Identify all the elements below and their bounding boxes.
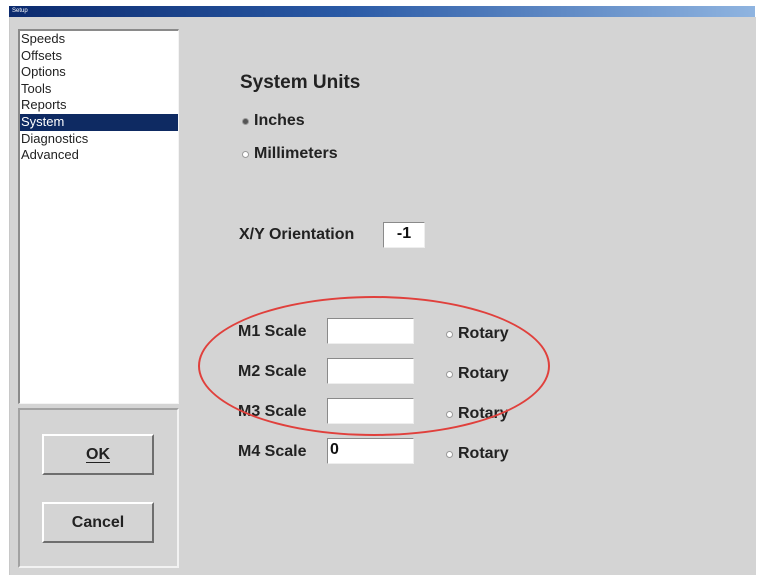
m4-rotary-radio[interactable]: Rotary (446, 445, 509, 463)
cancel-button-label: Cancel (71, 513, 125, 531)
ok-button[interactable]: OK (42, 434, 154, 475)
system-units-heading: System Units (240, 72, 361, 93)
millimeters-radio-dot[interactable] (242, 150, 249, 158)
annotation-ellipse (198, 296, 550, 436)
inches-radio-dot[interactable] (242, 117, 249, 125)
inches-radio-label: Inches (254, 112, 305, 129)
orientation-field[interactable]: -1 (383, 222, 425, 248)
nav-item-advanced[interactable]: Advanced (20, 147, 178, 164)
category-list[interactable]: Speeds Offsets Options Tools Reports Sys… (18, 29, 179, 404)
button-panel (18, 408, 179, 568)
inches-radio[interactable]: Inches (242, 112, 305, 130)
title-bar: Setup (9, 6, 755, 17)
nav-item-offsets[interactable]: Offsets (20, 48, 178, 65)
nav-item-options[interactable]: Options (20, 64, 178, 81)
ok-button-label: OK (86, 445, 110, 463)
millimeters-radio-label: Millimeters (254, 145, 338, 162)
cancel-button[interactable]: Cancel (42, 502, 154, 543)
nav-item-reports[interactable]: Reports (20, 97, 178, 114)
millimeters-radio[interactable]: Millimeters (242, 145, 338, 163)
m4-scale-field[interactable]: 0 (327, 438, 414, 464)
m4-scale-label: M4 Scale (238, 443, 307, 460)
m4-rotary-dot[interactable] (446, 450, 453, 458)
nav-item-system[interactable]: System (20, 113, 178, 131)
nav-item-diagnostics[interactable]: Diagnostics (20, 131, 178, 148)
m4-rotary-label: Rotary (458, 445, 509, 462)
window-title: Setup (12, 8, 28, 14)
orientation-label: X/Y Orientation (239, 226, 355, 243)
nav-item-speeds[interactable]: Speeds (20, 31, 178, 48)
nav-item-tools[interactable]: Tools (20, 81, 178, 98)
